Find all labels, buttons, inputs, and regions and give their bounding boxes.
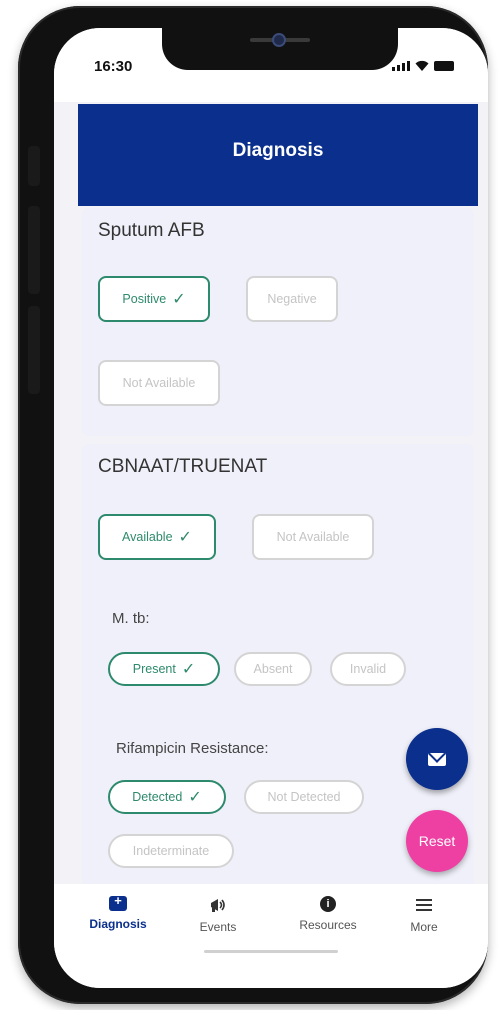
nav-item-more[interactable]: More	[374, 896, 474, 934]
status-bar: 16:30	[54, 28, 488, 102]
mtb-label: M. tb:	[112, 610, 150, 627]
nav-item-diagnosis[interactable]: Diagnosis	[68, 893, 168, 931]
check-icon: ✓	[188, 789, 202, 806]
reset-label: Reset	[418, 833, 456, 849]
status-icons	[392, 60, 454, 71]
check-icon: ✓	[172, 291, 186, 308]
megaphone-icon	[209, 896, 227, 914]
menu-icon	[415, 896, 433, 914]
volume-down-button	[28, 306, 40, 394]
camera-icon	[272, 33, 286, 47]
bottom-nav: Diagnosis Events i Resources More	[54, 884, 488, 988]
nav-events-label: Events	[199, 920, 237, 934]
wifi-icon	[415, 60, 429, 71]
invalid-label: Invalid	[349, 662, 387, 676]
present-label: Present	[132, 662, 176, 676]
available-label: Available	[122, 530, 173, 544]
signal-icon	[392, 61, 410, 71]
mail-icon	[428, 752, 446, 766]
sputum-not-available-label: Not Available	[122, 376, 196, 390]
nav-item-events[interactable]: Events	[168, 896, 268, 934]
sputum-afb-title: Sputum AFB	[98, 220, 205, 241]
phone-frame: 16:30 Diagnosis Sputum AFB Positive ✓ Ne…	[18, 6, 488, 1004]
mute-switch	[28, 146, 40, 186]
info-icon: i	[320, 896, 336, 912]
home-indicator	[204, 950, 338, 953]
invalid-option[interactable]: Invalid	[330, 652, 406, 686]
nav-diagnosis-label: Diagnosis	[89, 917, 147, 931]
check-icon: ✓	[181, 661, 196, 678]
volume-up-button	[28, 206, 40, 294]
not-detected-label: Not Detected	[267, 790, 341, 804]
cbnaat-not-available-label: Not Available	[276, 530, 350, 544]
nav-item-resources[interactable]: i Resources	[278, 896, 378, 932]
message-fab[interactable]	[406, 728, 468, 790]
detected-label: Detected	[132, 790, 183, 804]
present-option[interactable]: Present ✓	[108, 652, 220, 686]
positive-option[interactable]: Positive ✓	[98, 276, 210, 322]
indeterminate-option[interactable]: Indeterminate	[108, 834, 234, 868]
medical-kit-icon	[109, 893, 127, 911]
not-detected-option[interactable]: Not Detected	[244, 780, 364, 814]
positive-label: Positive	[122, 292, 167, 306]
phone-screen: 16:30 Diagnosis Sputum AFB Positive ✓ Ne…	[54, 28, 488, 988]
sputum-afb-card: Sputum AFB Positive ✓ Negative Not Avail…	[82, 208, 474, 436]
nav-resources-label: Resources	[299, 918, 357, 932]
available-option[interactable]: Available ✓	[98, 514, 216, 560]
battery-icon	[434, 61, 454, 71]
app-header: Diagnosis	[78, 104, 478, 206]
reset-button[interactable]: Reset	[406, 810, 468, 872]
check-icon: ✓	[178, 529, 192, 546]
detected-option[interactable]: Detected ✓	[108, 780, 226, 814]
negative-option[interactable]: Negative	[246, 276, 338, 322]
cbnaat-not-available-option[interactable]: Not Available	[252, 514, 374, 560]
status-time: 16:30	[94, 58, 133, 75]
absent-option[interactable]: Absent	[234, 652, 312, 686]
nav-more-label: More	[410, 920, 438, 934]
absent-label: Absent	[253, 662, 293, 676]
indeterminate-label: Indeterminate	[132, 844, 210, 858]
negative-label: Negative	[267, 292, 317, 306]
page-title: Diagnosis	[232, 140, 324, 161]
cbnaat-title: CBNAAT/TRUENAT	[98, 456, 268, 477]
notch	[162, 28, 398, 70]
rifampicin-label: Rifampicin Resistance:	[116, 740, 269, 757]
sputum-not-available-option[interactable]: Not Available	[98, 360, 220, 406]
